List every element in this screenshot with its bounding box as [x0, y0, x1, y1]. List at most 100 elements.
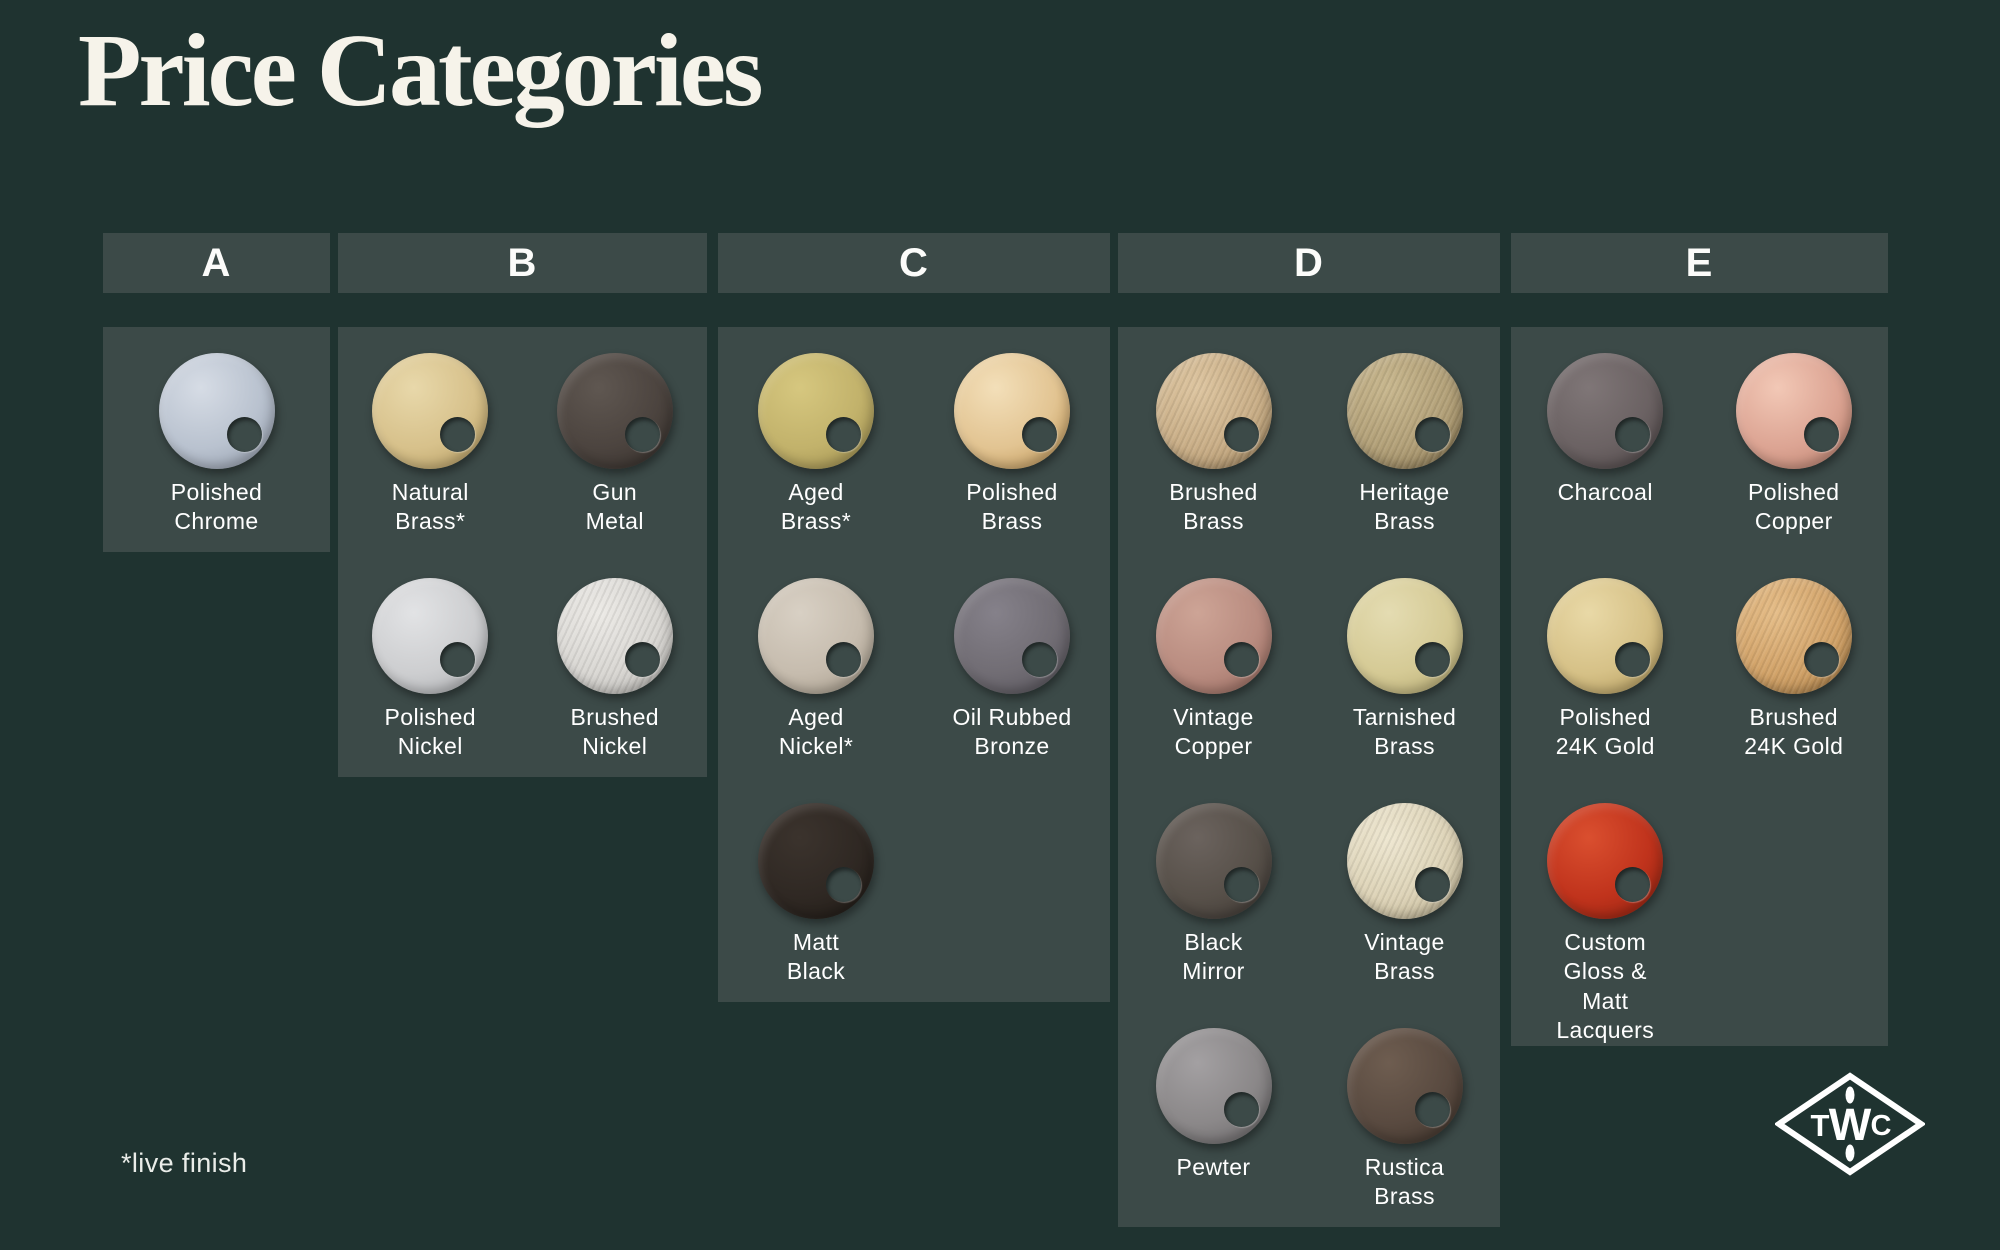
swatch-row: Black MirrorVintage Brass — [1118, 777, 1500, 1002]
finish-oil-rubbed-bronze: Oil Rubbed Bronze — [914, 578, 1110, 777]
brushed-texture — [1156, 353, 1272, 469]
tag-hole — [1415, 642, 1450, 677]
brushed-brass-swatch — [1156, 353, 1272, 469]
finish-brushed-nickel: Brushed Nickel — [523, 578, 708, 777]
tag-hole — [1804, 417, 1839, 452]
finish-brushed-24k-gold: Brushed 24K Gold — [1700, 578, 1889, 777]
finish-label-custom-gloss-matt-lacquers: Custom Gloss & Matt Lacquers — [1556, 928, 1654, 1046]
column-header-b: B — [338, 233, 707, 293]
finish-aged-nickel: Aged Nickel* — [718, 578, 914, 777]
column-panel-b: Natural Brass* Gun Metal Polished Nickel Br… — [338, 327, 707, 777]
finish-aged-brass: Aged Brass* — [718, 353, 914, 552]
vintage-brass-swatch — [1347, 803, 1463, 919]
swatch-row: Polished 24K Gold Brushed 24K Gold — [1511, 552, 1888, 777]
tag-hole — [1022, 417, 1057, 452]
polished-brass-swatch — [954, 353, 1070, 469]
tag-hole — [1615, 642, 1650, 677]
brushed-texture — [557, 578, 673, 694]
finish-label-natural-brass: Natural Brass* — [392, 478, 469, 537]
column-panel-e: CharcoalPolished CopperPolished 24K Gold… — [1511, 327, 1888, 1046]
finish-label-heritage-brass: Heritage Brass — [1359, 478, 1449, 537]
finish-label-rustica-brass: Rustica Brass — [1365, 1153, 1445, 1212]
brushed-nickel-swatch — [557, 578, 673, 694]
brushed-texture — [1347, 353, 1463, 469]
swatch-row: Pewter Rustica Brass — [1118, 1002, 1500, 1227]
tag-hole — [625, 642, 660, 677]
finish-brushed-brass: Brushed Brass — [1118, 353, 1309, 552]
tag-hole — [1022, 642, 1057, 677]
brushed-texture — [1736, 578, 1852, 694]
vintage-copper-swatch — [1156, 578, 1272, 694]
finish-rustica-brass: Rustica Brass — [1309, 1028, 1500, 1227]
swatch-row: Aged Brass*Polished Brass — [718, 327, 1110, 552]
finish-heritage-brass: Heritage Brass — [1309, 353, 1500, 552]
finish-polished-24k-gold: Polished 24K Gold — [1511, 578, 1700, 777]
aged-nickel-swatch — [758, 578, 874, 694]
column-header-a: A — [103, 233, 330, 293]
heritage-brass-swatch — [1347, 353, 1463, 469]
tag-hole — [1415, 417, 1450, 452]
swatch-row: Vintage Copper Tarnished Brass — [1118, 552, 1500, 777]
tag-hole — [826, 867, 861, 902]
charcoal-swatch — [1547, 353, 1663, 469]
brushed-24k-gold-swatch — [1736, 578, 1852, 694]
finish-label-vintage-copper: Vintage Copper — [1173, 703, 1253, 762]
finish-label-brushed-24k-gold: Brushed 24K Gold — [1744, 703, 1843, 762]
finish-pewter: Pewter — [1118, 1028, 1309, 1227]
natural-brass-swatch — [372, 353, 488, 469]
finish-vintage-brass: Vintage Brass — [1309, 803, 1500, 1002]
finish-label-polished-chrome: Polished Chrome — [171, 478, 262, 537]
logo-letter-c: C — [1871, 1110, 1892, 1142]
finish-polished-nickel: Polished Nickel — [338, 578, 523, 777]
tarnished-brass-swatch — [1347, 578, 1463, 694]
tag-hole — [1615, 867, 1650, 902]
finish-polished-brass: Polished Brass — [914, 353, 1110, 552]
column-header-c: C — [718, 233, 1110, 293]
finish-label-brushed-brass: Brushed Brass — [1169, 478, 1257, 537]
finish-label-tarnished-brass: Tarnished Brass — [1353, 703, 1456, 762]
tag-hole — [1224, 642, 1259, 677]
price-column-b: B Natural Brass* Gun Metal Polished Nickel B… — [338, 233, 707, 777]
logo-letter-t: T — [1811, 1108, 1830, 1143]
finish-polished-chrome: Polished Chrome — [103, 353, 330, 552]
tag-hole — [1804, 642, 1839, 677]
column-header-e: E — [1511, 233, 1888, 293]
page-title: Price Categories — [78, 14, 761, 128]
finish-polished-copper: Polished Copper — [1700, 353, 1889, 552]
tag-hole — [826, 417, 861, 452]
finish-label-oil-rubbed-bronze: Oil Rubbed Bronze — [952, 703, 1071, 762]
custom-gloss-matt-lacquers-swatch — [1547, 803, 1663, 919]
swatch-row: Aged Nickel* Oil Rubbed Bronze — [718, 552, 1110, 777]
black-mirror-swatch — [1156, 803, 1272, 919]
finish-label-gun-metal: Gun Metal — [586, 478, 644, 537]
tag-hole — [440, 417, 475, 452]
finish-label-pewter: Pewter — [1177, 1153, 1251, 1182]
price-categories-page: Price Categories A Polished Chrome B Natura… — [0, 0, 2000, 1250]
polished-24k-gold-swatch — [1547, 578, 1663, 694]
finish-label-brushed-nickel: Brushed Nickel — [571, 703, 659, 762]
column-panel-a: Polished Chrome — [103, 327, 330, 552]
polished-nickel-swatch — [372, 578, 488, 694]
finish-tarnished-brass: Tarnished Brass — [1309, 578, 1500, 777]
tag-hole — [440, 642, 475, 677]
finish-label-polished-24k-gold: Polished 24K Gold — [1556, 703, 1655, 762]
finish-label-polished-nickel: Polished Nickel — [385, 703, 476, 762]
finish-label-matt-black: Matt Black — [787, 928, 845, 987]
column-panel-d: Brushed Brass Heritage Brass Vintage Coppe… — [1118, 327, 1500, 1227]
gun-metal-swatch — [557, 353, 673, 469]
oil-rubbed-bronze-swatch — [954, 578, 1070, 694]
tag-hole — [826, 642, 861, 677]
price-column-d: D Brushed Brass Heritage Brass Vintage Copp… — [1118, 233, 1500, 1227]
price-column-e: ECharcoalPolished CopperPolished 24K Gol… — [1511, 233, 1888, 1046]
column-letter-a: A — [202, 241, 232, 286]
tag-hole — [1224, 417, 1259, 452]
price-column-c: CAged Brass*Polished BrassAged Nickel*Oi… — [718, 233, 1110, 1002]
polished-chrome-swatch — [159, 353, 275, 469]
finish-label-vintage-brass: Vintage Brass — [1364, 928, 1444, 987]
swatch-row: Custom Gloss & Matt Lacquers — [1511, 777, 1888, 1046]
column-panel-c: Aged Brass*Polished BrassAged Nickel*Oil… — [718, 327, 1110, 1002]
finish-charcoal: Charcoal — [1511, 353, 1700, 552]
tag-hole — [227, 417, 262, 452]
column-letter-d: D — [1294, 241, 1324, 286]
brushed-texture — [1347, 803, 1463, 919]
